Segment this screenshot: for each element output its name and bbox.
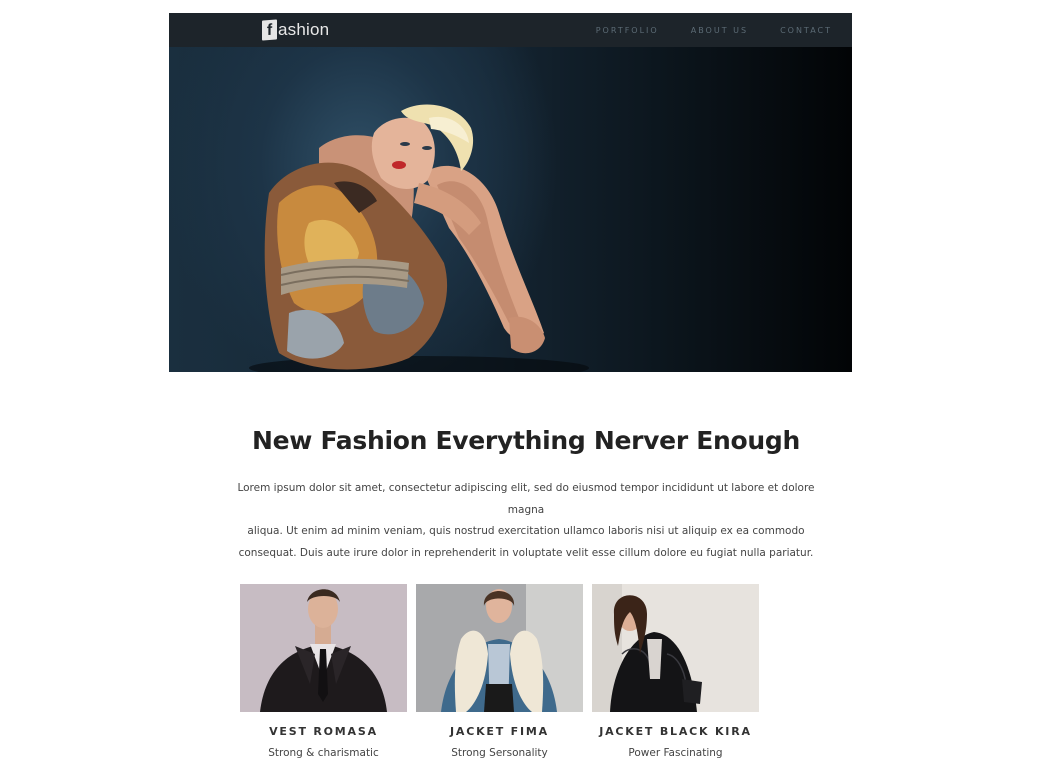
product-card-jacket-black-kira[interactable]: JACKET BLACK KIRA Power Fascinating — [592, 584, 759, 759]
logo-text: ashion — [278, 20, 330, 39]
nav-link-about-us[interactable]: ABOUT US — [691, 26, 748, 35]
product-image-jacket-black-kira[interactable] — [592, 584, 759, 712]
product-name[interactable]: VEST ROMASA — [240, 725, 407, 738]
product-card-vest-romasa[interactable]: VEST ROMASA Strong & charismatic — [240, 584, 407, 759]
fashion-logo[interactable]: f ashion — [262, 18, 329, 42]
intro-line: consequat. Duis aute irure dolor in repr… — [238, 546, 814, 559]
logo-letter-badge: f — [262, 19, 277, 41]
product-name[interactable]: JACKET BLACK KIRA — [592, 725, 759, 738]
section-headline: New Fashion Everything Nerver Enough — [252, 426, 800, 455]
product-subtitle: Power Fascinating — [628, 747, 723, 759]
main-nav: PORTFOLIO ABOUT US CONTACT — [596, 13, 832, 47]
product-subtitle: Strong Sersonality — [451, 747, 548, 759]
nav-link-contact[interactable]: CONTACT — [780, 26, 832, 35]
product-grid: VEST ROMASA Strong & charismatic JACKET … — [240, 584, 759, 759]
product-subtitle: Strong & charismatic — [268, 747, 379, 759]
nav-link-portfolio[interactable]: PORTFOLIO — [596, 26, 659, 35]
product-card-jacket-fima[interactable]: JACKET FIMA Strong Sersonality — [416, 584, 583, 759]
hero-banner — [169, 13, 852, 372]
product-image-vest-romasa[interactable] — [240, 584, 407, 712]
top-navigation-bar: f ashion PORTFOLIO ABOUT US CONTACT — [169, 13, 852, 47]
intro-line: Lorem ipsum dolor sit amet, consectetur … — [237, 482, 815, 516]
intro-paragraph: Lorem ipsum dolor sit amet, consectetur … — [226, 478, 826, 564]
product-name[interactable]: JACKET FIMA — [416, 725, 583, 738]
intro-line: aliqua. Ut enim ad minim veniam, quis no… — [247, 525, 805, 537]
hero-model-image — [249, 104, 589, 372]
product-image-jacket-fima[interactable] — [416, 584, 583, 712]
